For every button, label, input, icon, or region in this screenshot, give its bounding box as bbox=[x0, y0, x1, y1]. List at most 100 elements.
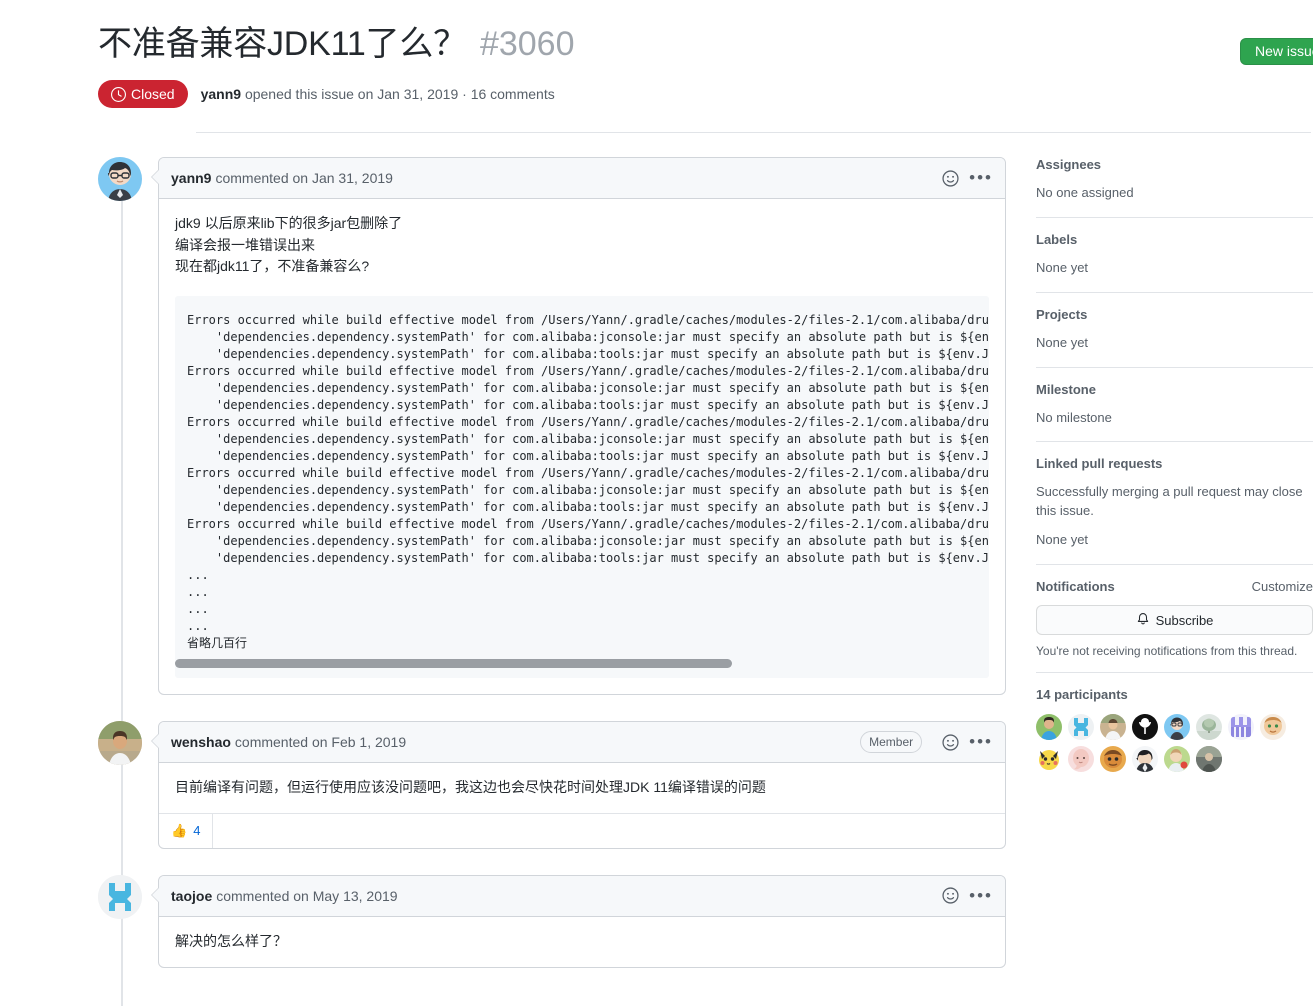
comment-timestamp: commented on May 13, 2019 bbox=[216, 887, 398, 904]
customize-notifications-link[interactable]: Customize bbox=[1252, 579, 1313, 594]
bell-icon bbox=[1136, 612, 1150, 629]
avatar-p3-icon bbox=[1100, 714, 1126, 741]
avatar-p7-icon bbox=[1228, 714, 1254, 741]
avatar-p12-icon bbox=[1132, 746, 1158, 773]
reaction-count: 4 bbox=[193, 823, 201, 839]
avatar-p14-icon bbox=[1196, 746, 1222, 773]
avatar[interactable] bbox=[98, 874, 142, 919]
thumbs-up-icon: 👍 bbox=[171, 822, 188, 838]
comment: taojoe commented on May 13, 2019 ••• 解决的… bbox=[151, 874, 1006, 968]
comment-author[interactable]: yann9 bbox=[171, 170, 211, 186]
new-issue-button[interactable]: New issue bbox=[1240, 38, 1313, 65]
code-block[interactable]: Errors occurred while build effective mo… bbox=[175, 296, 989, 679]
linked-prs-description: Successfully merging a pull request may … bbox=[1036, 484, 1303, 519]
participant-avatar[interactable] bbox=[1132, 714, 1158, 741]
sidebar-section-milestone: Milestone No milestone bbox=[1036, 368, 1313, 443]
comment-menu-icon[interactable]: ••• bbox=[969, 733, 993, 750]
labels-title: Labels bbox=[1036, 231, 1078, 247]
projects-header[interactable]: Projects bbox=[1036, 307, 1313, 322]
author-association-badge: Member bbox=[860, 731, 923, 754]
add-reaction-icon[interactable] bbox=[942, 734, 959, 751]
assignees-header[interactable]: Assignees bbox=[1036, 157, 1313, 172]
comment-menu-icon[interactable]: ••• bbox=[969, 887, 993, 904]
participant-avatar[interactable] bbox=[1260, 714, 1286, 741]
labels-header[interactable]: Labels bbox=[1036, 232, 1313, 247]
avatar-taojoe-icon bbox=[98, 874, 142, 919]
participant-avatar[interactable] bbox=[1196, 714, 1222, 741]
comment-header: wenshao commented on Feb 1, 2019 Member bbox=[159, 722, 1005, 764]
add-reaction-icon[interactable] bbox=[942, 887, 959, 904]
participant-avatar[interactable] bbox=[1196, 746, 1222, 773]
comment-block: wenshao commented on Feb 1, 2019 Member bbox=[98, 721, 1006, 849]
comment-text-line: jdk9 以后原来lib下的很多jar包删除了 bbox=[175, 215, 403, 232]
comment-menu-icon[interactable]: ••• bbox=[969, 169, 993, 186]
avatar-p8-icon bbox=[1260, 714, 1286, 741]
comment: wenshao commented on Feb 1, 2019 Member bbox=[151, 721, 1006, 849]
subscribe-button[interactable]: Subscribe bbox=[1036, 605, 1313, 636]
issue-title-row: 不准备兼容JDK11了么？ #3060 bbox=[98, 24, 1313, 64]
comment-author[interactable]: wenshao bbox=[171, 734, 231, 750]
participants-title: 14 participants bbox=[1036, 687, 1128, 703]
status-badge: Closed bbox=[98, 80, 188, 109]
subscribe-label: Subscribe bbox=[1155, 612, 1214, 628]
avatar[interactable] bbox=[98, 157, 142, 202]
milestone-value: No milestone bbox=[1036, 409, 1112, 425]
participants-list bbox=[1036, 714, 1313, 773]
participant-avatar[interactable] bbox=[1228, 714, 1254, 741]
participant-avatar[interactable] bbox=[1036, 714, 1062, 741]
participant-avatar[interactable] bbox=[1164, 714, 1190, 741]
issue-author[interactable]: yann9 bbox=[201, 86, 241, 102]
participant-avatar[interactable] bbox=[1036, 746, 1062, 773]
milestone-header[interactable]: Milestone bbox=[1036, 382, 1313, 397]
assignees-value: No one assigned bbox=[1036, 185, 1134, 201]
comment-timeline: yann9 commented on Jan 31, 2019 ••• jdk9… bbox=[98, 157, 1006, 1006]
issue-opened-text: opened this issue on Jan 31, 2019 bbox=[244, 86, 459, 103]
issue-comment-count: 16 comments bbox=[470, 86, 555, 103]
comment-text-line: 现在都jdk11了，不准备兼容么? bbox=[175, 258, 370, 275]
comment-timestamp: commented on Jan 31, 2019 bbox=[215, 170, 393, 187]
avatar-p5-icon bbox=[1164, 714, 1190, 741]
page-title: 不准备兼容JDK11了么？ bbox=[98, 25, 467, 63]
participant-avatar[interactable] bbox=[1132, 746, 1158, 773]
sidebar-section-assignees: Assignees No one assigned bbox=[1036, 157, 1313, 218]
add-reaction-icon[interactable] bbox=[942, 170, 959, 187]
participant-avatar[interactable] bbox=[1164, 746, 1190, 773]
avatar-p13-icon bbox=[1164, 746, 1190, 773]
comment-body: 解决的怎么样了？ bbox=[159, 917, 1005, 967]
reactions-bar: 👍 4 bbox=[159, 812, 1005, 848]
notifications-header: Notifications Customize bbox=[1036, 579, 1313, 594]
meta-separator: · bbox=[462, 86, 467, 103]
comment-text-line: 编译会报一堆错误出来 bbox=[175, 236, 315, 253]
avatar-p4-icon bbox=[1132, 714, 1158, 741]
comment: yann9 commented on Jan 31, 2019 ••• jdk9… bbox=[151, 157, 1006, 696]
code-scrollbar-thumb[interactable] bbox=[175, 659, 732, 669]
linked-prs-header[interactable]: Linked pull requests bbox=[1036, 456, 1313, 471]
code-scrollbar[interactable] bbox=[175, 652, 989, 678]
header-divider bbox=[196, 132, 1311, 134]
participant-avatar[interactable] bbox=[1100, 714, 1126, 741]
avatar-p11-icon bbox=[1100, 746, 1126, 773]
labels-value: None yet bbox=[1036, 259, 1089, 275]
avatar[interactable] bbox=[98, 721, 142, 766]
projects-value: None yet bbox=[1036, 334, 1089, 350]
avatar-p9-icon bbox=[1036, 746, 1062, 773]
comment-author[interactable]: taojoe bbox=[171, 888, 212, 904]
status-badge-label: Closed bbox=[131, 86, 175, 103]
sidebar-section-linked-prs: Linked pull requests Successfully mergin… bbox=[1036, 442, 1313, 566]
projects-title: Projects bbox=[1036, 306, 1088, 322]
notifications-note: You're not receiving notifications from … bbox=[1036, 644, 1298, 659]
comment-text-line: 目前编译有问题，但运行使用应该没问题吧，我这边也会尽快花时间处理JDK 11编译… bbox=[175, 779, 766, 796]
comment-header: yann9 commented on Jan 31, 2019 ••• bbox=[159, 158, 1005, 200]
issue-number: #3060 bbox=[479, 25, 575, 63]
avatar-p1-icon bbox=[1036, 714, 1062, 741]
sidebar-section-projects: Projects None yet bbox=[1036, 293, 1313, 368]
participant-avatar[interactable] bbox=[1068, 746, 1094, 773]
linked-prs-value: None yet bbox=[1036, 532, 1089, 548]
comment-body: 目前编译有问题，但运行使用应该没问题吧，我这边也会尽快花时间处理JDK 11编译… bbox=[159, 763, 1005, 813]
participant-avatar[interactable] bbox=[1068, 714, 1094, 741]
issue-header: 不准备兼容JDK11了么？ #3060 New issue Closed yan… bbox=[0, 0, 1313, 134]
reaction-thumbsup-button[interactable]: 👍 4 bbox=[159, 813, 214, 848]
code-block-content: Errors occurred while build effective mo… bbox=[187, 313, 989, 651]
sidebar-section-labels: Labels None yet bbox=[1036, 218, 1313, 293]
participant-avatar[interactable] bbox=[1100, 746, 1126, 773]
